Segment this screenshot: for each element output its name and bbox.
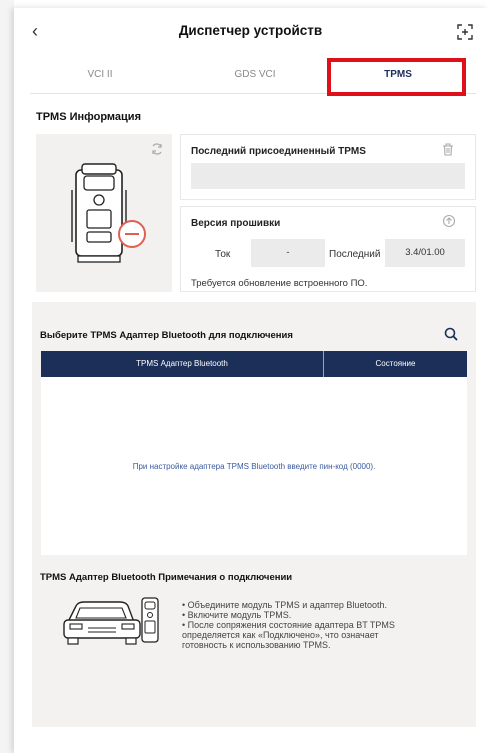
tab-gds-vci[interactable]: GDS VCI xyxy=(180,56,330,94)
firmware-current-value: - xyxy=(251,239,325,267)
tab-highlight-box xyxy=(327,58,466,96)
tab-vci-ii[interactable]: VCI II xyxy=(30,56,170,94)
note-line: готовность к использованию TPMS. xyxy=(182,640,331,650)
firmware-update-note: Требуется обновление встроенного ПО. xyxy=(191,278,368,289)
connection-notes: • Объедините модуль TPMS и адаптер Bluet… xyxy=(182,600,442,650)
tpms-device-icon xyxy=(71,163,146,263)
column-status: Состояние xyxy=(375,359,416,368)
bluetooth-table-body: При настройке адаптера TPMS Bluetooth вв… xyxy=(41,377,467,555)
firmware-latest-label: Последний xyxy=(329,249,381,260)
firmware-title: Версия прошивки xyxy=(191,218,281,229)
bluetooth-table-header: TPMS Адаптер Bluetooth Состояние xyxy=(41,351,467,377)
note-line: • После сопряжения состояние адаптера BT… xyxy=(182,620,395,630)
search-icon[interactable] xyxy=(444,327,458,341)
last-connected-field xyxy=(191,163,465,189)
car-with-adapter-icon xyxy=(63,597,159,645)
tpms-info-heading: TPMS Информация xyxy=(36,111,141,123)
firmware-latest-value: 3.4/01.00 xyxy=(385,239,465,267)
left-edge-shadow xyxy=(0,0,14,753)
update-icon[interactable] xyxy=(442,214,456,228)
app-header: ‹ Диспетчер устройств xyxy=(14,8,487,54)
connection-notes-heading: TPMS Адаптер Bluetooth Примечания о подк… xyxy=(40,572,293,583)
note-line: • Объедините модуль TPMS и адаптер Bluet… xyxy=(182,600,387,610)
bluetooth-heading: Выберите TPMS Адаптер Bluetooth для подк… xyxy=(40,330,293,341)
pin-code-hint: При настройке адаптера TPMS Bluetooth вв… xyxy=(132,462,376,471)
last-connected-title: Последний присоединенный TPMS xyxy=(191,146,366,157)
note-line: • Включите модуль TPMS. xyxy=(182,610,292,620)
firmware-card: Версия прошивки Ток - Последний 3.4/01.0… xyxy=(180,206,476,292)
trash-icon[interactable] xyxy=(442,143,454,156)
column-adapter: TPMS Адаптер Bluetooth xyxy=(41,351,324,377)
refresh-icon[interactable] xyxy=(150,142,164,156)
last-connected-card: Последний присоединенный TPMS xyxy=(180,134,476,200)
page-title: Диспетчер устройств xyxy=(178,23,323,38)
firmware-current-label: Ток xyxy=(215,249,231,260)
expand-icon[interactable] xyxy=(456,23,474,41)
note-line: определяется как «Подключено», что означ… xyxy=(182,630,379,640)
